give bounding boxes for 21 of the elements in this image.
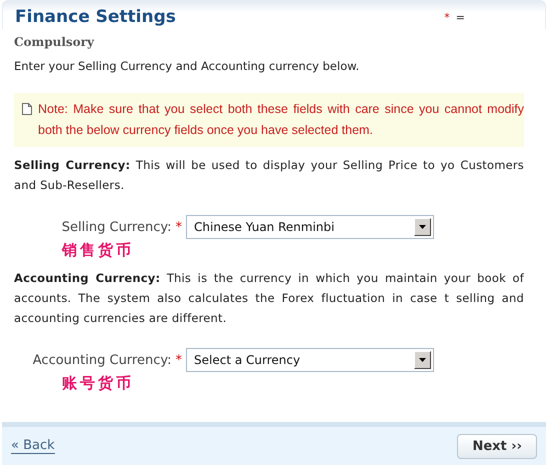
field-description: Accounting Currency: This is the currency in which you maintain your book of accounts. The system also calculates the Forex fluctuation in case t selling and accounting currencies are different. xyxy=(14,270,524,327)
annotation-text: 销售货币 xyxy=(62,241,134,260)
field-label: Selling Currency: xyxy=(62,220,172,234)
field-label: Accounting Currency: xyxy=(32,352,172,368)
dropdown-arrow-icon xyxy=(419,225,426,229)
intro-text: Enter your Selling Currency and Accounting currency below. xyxy=(14,59,360,73)
next-button[interactable]: Next ›› xyxy=(457,434,537,458)
required-mark: * xyxy=(176,352,182,368)
required-mark: * xyxy=(444,10,450,24)
field-description: Selling Currency: This will be used to display your Selling Price to yo Customers and Sub-Resellers. xyxy=(14,157,524,194)
currency-dropdown[interactable]: Chinese Yuan Renminbi xyxy=(186,215,434,239)
annotation-text: 账号货币 xyxy=(62,374,134,393)
back-link[interactable]: « Back xyxy=(11,438,55,454)
required-mark: * xyxy=(176,220,182,234)
dropdown-arrow-icon xyxy=(419,358,426,362)
document-icon xyxy=(22,103,32,115)
page-title: Finance Settings xyxy=(15,7,176,27)
note-text: Note: Make sure that you select both these fields with care since you cannot modify both the below currency fields once you have selected them. xyxy=(38,101,524,139)
section-subtitle: Compulsory xyxy=(14,35,96,49)
currency-dropdown[interactable]: Select a Currency xyxy=(186,348,434,372)
legend-text: = xyxy=(456,10,465,24)
